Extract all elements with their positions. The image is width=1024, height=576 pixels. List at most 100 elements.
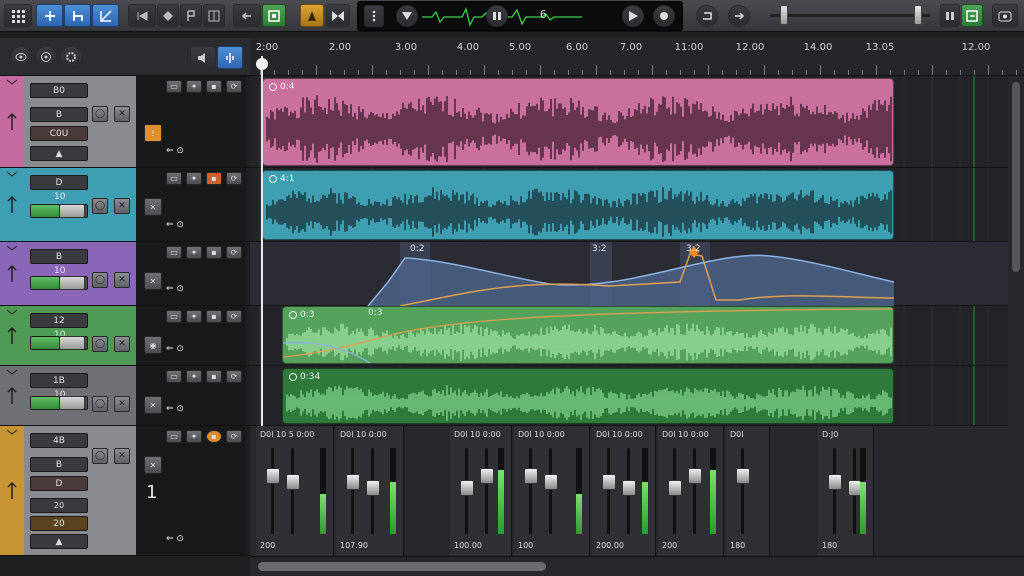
volume-fader[interactable] — [828, 474, 842, 490]
solo-button[interactable]: ✕ — [114, 272, 130, 288]
volume-fader[interactable] — [346, 474, 360, 490]
audio-clip-5[interactable]: 0:34 — [282, 368, 894, 424]
skip-back-button[interactable] — [128, 4, 156, 27]
mute-button[interactable]: ◯ — [92, 448, 108, 464]
track-name-field[interactable]: B0 — [30, 83, 88, 98]
pause-button[interactable] — [940, 4, 960, 27]
playhead-handle[interactable] — [256, 58, 268, 70]
send-button[interactable]: ▪ — [206, 370, 222, 383]
volume-fader[interactable] — [266, 468, 280, 484]
track-field[interactable]: C0U — [30, 126, 88, 141]
volume-knob[interactable] — [59, 336, 85, 350]
output-button[interactable]: ⟳ — [226, 430, 242, 443]
track-name-field[interactable]: D — [30, 175, 88, 190]
fx-button[interactable]: ✦ — [186, 370, 202, 383]
settings-button[interactable] — [992, 4, 1018, 27]
send-button[interactable]: ▪ — [206, 310, 222, 323]
solo-button[interactable]: ✕ — [114, 198, 130, 214]
solo-button[interactable]: ✕ — [114, 336, 130, 352]
horizontal-scroll-thumb[interactable] — [258, 562, 546, 571]
snap-button[interactable] — [326, 4, 350, 27]
volume-slider[interactable] — [30, 336, 88, 350]
playhead[interactable] — [261, 56, 263, 426]
input-button[interactable]: ▭ — [166, 172, 182, 185]
play-button[interactable] — [622, 5, 644, 27]
pause-transport-button[interactable] — [486, 5, 508, 27]
volume-fader[interactable] — [544, 474, 558, 490]
options-button[interactable] — [60, 46, 82, 68]
focus-button[interactable] — [35, 46, 57, 68]
region-button[interactable] — [203, 4, 225, 27]
input-button[interactable]: ▭ — [166, 430, 182, 443]
send-button[interactable]: ▪ — [206, 246, 222, 259]
mute-button[interactable]: ◯ — [92, 396, 108, 412]
mute-button[interactable]: ◯ — [92, 272, 108, 288]
output-button[interactable]: ⟳ — [226, 172, 242, 185]
track-icon-button[interactable]: ✕ — [144, 396, 162, 414]
display-menu-button[interactable] — [364, 5, 384, 27]
send-button[interactable]: ▪ — [206, 430, 222, 443]
volume-fader[interactable] — [688, 468, 702, 484]
solo-button[interactable]: ✕ — [114, 106, 130, 122]
track-field[interactable]: B — [30, 457, 88, 472]
down-button[interactable] — [396, 5, 418, 27]
solo-button[interactable]: ✕ — [114, 448, 130, 464]
output-button[interactable]: ⟳ — [226, 310, 242, 323]
input-button[interactable]: ▭ — [166, 310, 182, 323]
track-header-6[interactable]: 4B B D 20 20 ▲ ◯ ✕ ▭ ✦ ▪ ⟳ ✕ ⇐ ⊙ 1 — [0, 426, 250, 556]
volume-fader[interactable] — [366, 480, 380, 496]
volume-fader[interactable] — [602, 474, 616, 490]
timeline-ruler[interactable]: 2:00 2.00 3.00 4.00 5.00 6.00 7.00 11:00 12.00 14… — [250, 38, 1024, 76]
collapse-button[interactable]: ▲ — [30, 146, 88, 161]
track-icon-button[interactable]: ! — [144, 124, 162, 142]
volume-slider[interactable] — [30, 396, 88, 410]
volume-fader[interactable] — [622, 480, 636, 496]
track-header-1[interactable]: B0 B C0U ▲ ◯ ✕ ▭ ✦ ▪ ⟳! ⇐ ⊙ — [0, 76, 250, 168]
speaker-button[interactable] — [190, 46, 216, 69]
track-header-5[interactable]: 1B 10 ◯ ✕ ▭ ✦ ▪ ⟳ ✕ ⇐ ⊙ — [0, 366, 250, 426]
collapse-button[interactable]: ▲ — [30, 534, 88, 549]
audio-clip-2[interactable]: 4:1 — [262, 170, 894, 240]
send-button[interactable]: ▪ — [206, 80, 222, 93]
vertical-scroll-thumb[interactable] — [1012, 82, 1020, 272]
mute-button[interactable]: ◯ — [92, 336, 108, 352]
automation-curve[interactable] — [250, 242, 1024, 306]
track-name-field[interactable]: 4B — [30, 433, 88, 448]
output-button[interactable]: ⟳ — [226, 80, 242, 93]
metronome-button[interactable] — [300, 4, 324, 27]
track-field[interactable]: 20 — [30, 498, 88, 513]
tuner-button[interactable] — [217, 46, 243, 69]
solo-button[interactable]: ✕ — [114, 396, 130, 412]
output-button[interactable]: ⟳ — [226, 370, 242, 383]
automation-button[interactable] — [92, 4, 119, 27]
nudge-button[interactable] — [157, 4, 179, 27]
track-header-3[interactable]: B 10 ◯ ✕ ▭ ✦ ▪ ⟳ ✕ ⇐ ⊙ — [0, 242, 250, 306]
output-button[interactable]: ⟳ — [226, 246, 242, 259]
grid-menu-button[interactable] — [4, 4, 32, 27]
volume-min-handle[interactable] — [780, 5, 788, 25]
volume-knob[interactable] — [59, 276, 85, 290]
marker-button[interactable] — [180, 4, 202, 27]
volume-max-handle[interactable] — [914, 5, 922, 25]
volume-slider[interactable] — [30, 276, 88, 290]
audio-clip-1[interactable]: 0:4 — [262, 78, 894, 166]
volume-fader[interactable] — [668, 480, 682, 496]
volume-knob[interactable] — [59, 204, 85, 218]
track-header-2[interactable]: D 10 ◯ ✕ ▭ ✦ ▪ ⟳ ✕ ⇐ ⊙ — [0, 168, 250, 242]
record-button[interactable] — [653, 5, 675, 27]
send-button[interactable]: ▪ — [206, 172, 222, 185]
track-field[interactable]: B — [30, 107, 88, 122]
input-button[interactable]: ▭ — [166, 246, 182, 259]
track-name-field[interactable]: 1B — [30, 373, 88, 388]
volume-fader[interactable] — [460, 480, 474, 496]
fx-button[interactable]: ✦ — [186, 430, 202, 443]
mute-button[interactable]: ◯ — [92, 106, 108, 122]
fx-button[interactable]: ✦ — [186, 172, 202, 185]
track-icon-button[interactable]: ◉ — [144, 336, 162, 354]
arrange-area[interactable]: 0:4 4:1 0:2 3:2 3:2 0:3 0:3 0:34 D0l 10 … — [250, 76, 1024, 556]
master-volume-slider[interactable] — [770, 14, 930, 17]
horizontal-scrollbar[interactable] — [250, 556, 1024, 576]
view-button[interactable] — [10, 46, 32, 68]
fx-button[interactable]: ✦ — [186, 310, 202, 323]
volume-fader[interactable] — [524, 468, 538, 484]
